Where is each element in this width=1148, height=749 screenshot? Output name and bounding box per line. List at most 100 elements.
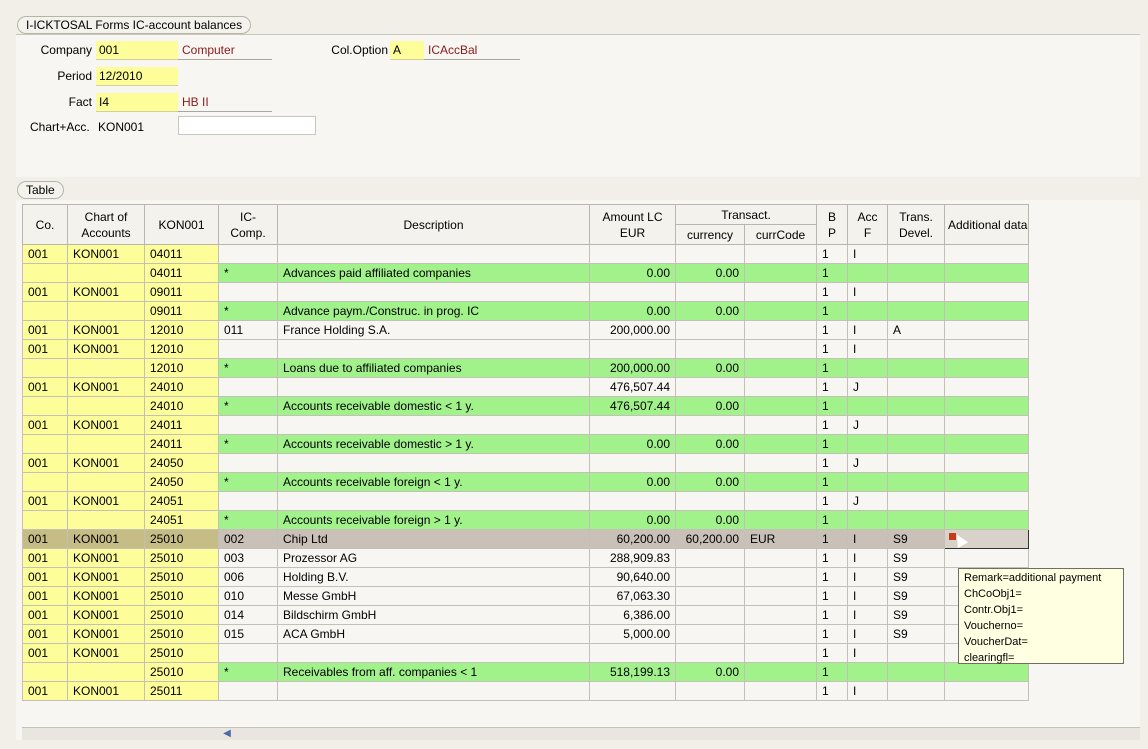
cell-ic-comp[interactable]: *: [218, 301, 278, 321]
cell-currency[interactable]: [675, 567, 745, 587]
col-chart[interactable]: Chart of Accounts: [67, 204, 145, 245]
table-row[interactable]: 001 KON001 24011 1 J: [22, 415, 1029, 435]
cell-description[interactable]: Accounts receivable domestic < 1 y.: [277, 396, 590, 416]
table-row[interactable]: 001 KON001 25010 015 ACA GmbH 5,000.00 1 I S9: [22, 624, 1029, 644]
cell-currcode[interactable]: [744, 472, 817, 492]
cell-bp[interactable]: 1: [816, 605, 848, 625]
cell-chart[interactable]: KON001: [67, 282, 145, 302]
cell-co[interactable]: 001: [22, 282, 68, 302]
cell-co[interactable]: 001: [22, 377, 68, 397]
cell-bp[interactable]: 1: [816, 358, 848, 378]
cell-chart[interactable]: [67, 263, 145, 283]
cell-amount[interactable]: 60,200.00: [589, 529, 676, 549]
cell-bp[interactable]: 1: [816, 472, 848, 492]
cell-ic-comp[interactable]: 006: [218, 567, 278, 587]
cell-amount[interactable]: 0.00: [589, 472, 676, 492]
cell-currcode[interactable]: [744, 605, 817, 625]
table-row[interactable]: 001 KON001 12010 1 I: [22, 339, 1029, 359]
cell-amount[interactable]: [589, 415, 676, 435]
cell-acc[interactable]: [847, 472, 888, 492]
cell-description[interactable]: [277, 282, 590, 302]
table-row[interactable]: 001 KON001 25011 1 I: [22, 681, 1029, 701]
cell-bp[interactable]: 1: [816, 434, 848, 454]
cell-trans[interactable]: [887, 396, 945, 416]
cell-currency[interactable]: [675, 624, 745, 644]
cell-currency[interactable]: 0.00: [675, 358, 745, 378]
cell-ic-comp[interactable]: 010: [218, 586, 278, 606]
cell-acc[interactable]: I: [847, 282, 888, 302]
cell-amount[interactable]: 200,000.00: [589, 320, 676, 340]
cell-acc[interactable]: [847, 662, 888, 682]
cell-ic-comp[interactable]: *: [218, 510, 278, 530]
cell-description[interactable]: Prozessor AG: [277, 548, 590, 568]
cell-chart[interactable]: KON001: [67, 377, 145, 397]
cell-account[interactable]: 24050: [144, 453, 219, 473]
cell-acc[interactable]: [847, 263, 888, 283]
table-row[interactable]: 24050 * Accounts receivable foreign < 1 y.…: [22, 472, 1029, 492]
cell-acc[interactable]: I: [847, 548, 888, 568]
cell-chart[interactable]: [67, 358, 145, 378]
cell-co[interactable]: [22, 301, 68, 321]
table-row[interactable]: 001 KON001 04011 1 I: [22, 244, 1029, 264]
cell-amount[interactable]: [589, 339, 676, 359]
cell-bp[interactable]: 1: [816, 548, 848, 568]
table-row[interactable]: 001 KON001 24010 476,507.44 1 J: [22, 377, 1029, 397]
cell-currcode[interactable]: [744, 681, 817, 701]
cell-account[interactable]: 12010: [144, 358, 219, 378]
cell-trans[interactable]: S9: [887, 605, 945, 625]
cell-acc[interactable]: [847, 301, 888, 321]
col-trans[interactable]: Trans. Devel.: [887, 204, 945, 245]
cell-additional[interactable]: [944, 301, 1029, 321]
cell-trans[interactable]: [887, 263, 945, 283]
cell-currcode[interactable]: [744, 643, 817, 663]
cell-amount[interactable]: 0.00: [589, 301, 676, 321]
cell-bp[interactable]: 1: [816, 681, 848, 701]
cell-account[interactable]: 24011: [144, 415, 219, 435]
cell-trans[interactable]: [887, 282, 945, 302]
cell-amount[interactable]: 0.00: [589, 263, 676, 283]
cell-currcode[interactable]: [744, 339, 817, 359]
cell-bp[interactable]: 1: [816, 301, 848, 321]
cell-currcode[interactable]: [744, 453, 817, 473]
cell-account[interactable]: 24050: [144, 472, 219, 492]
cell-bp[interactable]: 1: [816, 643, 848, 663]
cell-currcode[interactable]: [744, 377, 817, 397]
cell-account[interactable]: 25010: [144, 567, 219, 587]
table-row[interactable]: 001 KON001 25010 010 Messe GmbH 67,063.30 1 I S9: [22, 586, 1029, 606]
cell-currcode[interactable]: [744, 510, 817, 530]
cell-bp[interactable]: 1: [816, 263, 848, 283]
cell-bp[interactable]: 1: [816, 320, 848, 340]
cell-bp[interactable]: 1: [816, 282, 848, 302]
cell-co[interactable]: 001: [22, 320, 68, 340]
table-tab[interactable]: Table: [17, 181, 64, 199]
cell-currcode[interactable]: [744, 396, 817, 416]
window-title-tab[interactable]: I-ICKTOSAL Forms IC-account balances: [17, 16, 252, 34]
cell-additional[interactable]: [944, 548, 1029, 568]
cell-additional[interactable]: [944, 320, 1029, 340]
col-kon[interactable]: KON001: [144, 204, 219, 245]
cell-acc[interactable]: J: [847, 415, 888, 435]
cell-chart[interactable]: KON001: [67, 453, 145, 473]
cell-account[interactable]: 25010: [144, 662, 219, 682]
cell-ic-comp[interactable]: 011: [218, 320, 278, 340]
cell-ic-comp[interactable]: [218, 453, 278, 473]
cell-description[interactable]: Accounts receivable foreign < 1 y.: [277, 472, 590, 492]
cell-acc[interactable]: J: [847, 377, 888, 397]
cell-currency[interactable]: [675, 282, 745, 302]
cell-acc[interactable]: I: [847, 586, 888, 606]
cell-acc[interactable]: I: [847, 605, 888, 625]
cell-ic-comp[interactable]: 015: [218, 624, 278, 644]
cell-additional[interactable]: [944, 396, 1029, 416]
cell-bp[interactable]: 1: [816, 510, 848, 530]
cell-additional[interactable]: [944, 529, 1029, 549]
cell-ic-comp[interactable]: *: [218, 662, 278, 682]
cell-account[interactable]: 12010: [144, 320, 219, 340]
table-row[interactable]: 001 KON001 24050 1 J: [22, 453, 1029, 473]
cell-chart[interactable]: KON001: [67, 624, 145, 644]
cell-account[interactable]: 25010: [144, 548, 219, 568]
col-additional[interactable]: Additional data: [944, 204, 1029, 245]
cell-additional[interactable]: [944, 472, 1029, 492]
cell-ic-comp[interactable]: [218, 339, 278, 359]
cell-co[interactable]: 001: [22, 548, 68, 568]
col-amount[interactable]: Amount LC EUR: [589, 204, 676, 245]
